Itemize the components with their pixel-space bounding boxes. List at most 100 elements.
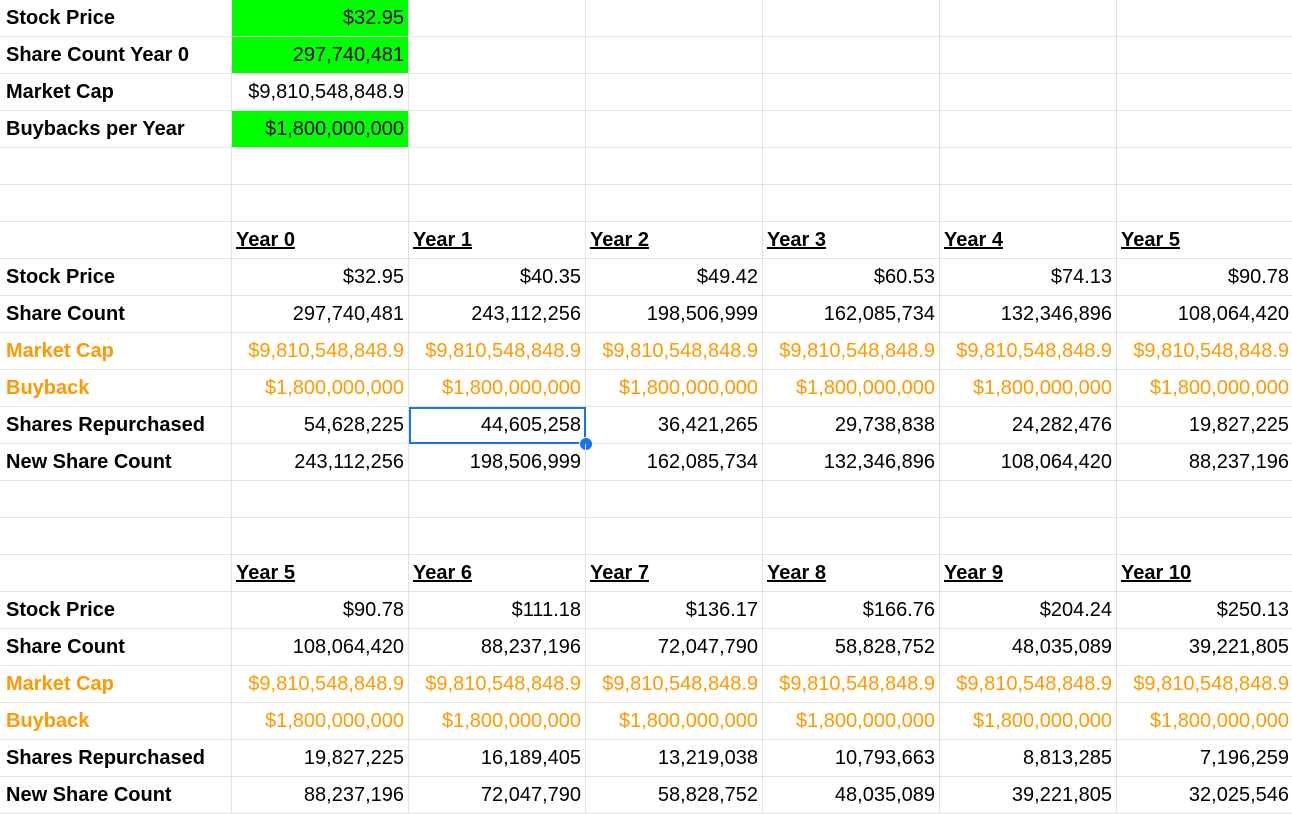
- value-cell[interactable]: $136.17: [586, 592, 763, 629]
- year-header[interactable]: Year 10: [1117, 555, 1292, 592]
- empty-cell[interactable]: [0, 518, 232, 555]
- empty-cell[interactable]: [409, 37, 586, 74]
- year-header[interactable]: Year 2: [586, 222, 763, 259]
- param-label[interactable]: Market Cap: [0, 74, 232, 111]
- row-label[interactable]: Share Count: [0, 296, 232, 333]
- value-cell[interactable]: $9,810,548,848.9: [232, 333, 409, 370]
- param-value[interactable]: 297,740,481: [232, 37, 409, 74]
- empty-cell[interactable]: [1117, 518, 1292, 555]
- param-value[interactable]: $1,800,000,000: [232, 111, 409, 148]
- value-cell[interactable]: $9,810,548,848.9: [940, 333, 1117, 370]
- value-cell[interactable]: $9,810,548,848.9: [586, 666, 763, 703]
- row-label[interactable]: Buyback: [0, 703, 232, 740]
- row-label[interactable]: Shares Repurchased: [0, 407, 232, 444]
- empty-cell[interactable]: [232, 185, 409, 222]
- empty-cell[interactable]: [763, 185, 940, 222]
- empty-cell[interactable]: [1117, 481, 1292, 518]
- empty-cell[interactable]: [586, 185, 763, 222]
- value-cell[interactable]: 7,196,259: [1117, 740, 1292, 777]
- empty-cell[interactable]: [0, 481, 232, 518]
- value-cell[interactable]: $111.18: [409, 592, 586, 629]
- empty-cell[interactable]: [940, 185, 1117, 222]
- row-label[interactable]: Market Cap: [0, 333, 232, 370]
- year-header[interactable]: Year 5: [232, 555, 409, 592]
- empty-cell[interactable]: [940, 0, 1117, 37]
- value-cell[interactable]: 19,827,225: [1117, 407, 1292, 444]
- empty-cell[interactable]: [763, 518, 940, 555]
- value-cell[interactable]: $1,800,000,000: [1117, 703, 1292, 740]
- row-label[interactable]: Stock Price: [0, 592, 232, 629]
- empty-cell[interactable]: [586, 111, 763, 148]
- value-cell[interactable]: 88,237,196: [409, 629, 586, 666]
- value-cell[interactable]: 72,047,790: [586, 629, 763, 666]
- empty-cell[interactable]: [0, 555, 232, 592]
- value-cell[interactable]: $1,800,000,000: [586, 370, 763, 407]
- value-cell[interactable]: 88,237,196: [232, 777, 409, 814]
- empty-cell[interactable]: [1117, 111, 1292, 148]
- empty-cell[interactable]: [763, 74, 940, 111]
- value-cell[interactable]: $90.78: [232, 592, 409, 629]
- value-cell[interactable]: $1,800,000,000: [232, 370, 409, 407]
- value-cell[interactable]: 243,112,256: [409, 296, 586, 333]
- value-cell[interactable]: $49.42: [586, 259, 763, 296]
- empty-cell[interactable]: [586, 74, 763, 111]
- param-value[interactable]: $32.95: [232, 0, 409, 37]
- empty-cell[interactable]: [232, 481, 409, 518]
- row-label[interactable]: Share Count: [0, 629, 232, 666]
- value-cell[interactable]: 243,112,256: [232, 444, 409, 481]
- value-cell[interactable]: 13,219,038: [586, 740, 763, 777]
- empty-cell[interactable]: [232, 518, 409, 555]
- value-cell[interactable]: $1,800,000,000: [940, 703, 1117, 740]
- empty-cell[interactable]: [409, 0, 586, 37]
- empty-cell[interactable]: [940, 111, 1117, 148]
- value-cell[interactable]: 16,189,405: [409, 740, 586, 777]
- value-cell[interactable]: 108,064,420: [940, 444, 1117, 481]
- value-cell[interactable]: 10,793,663: [763, 740, 940, 777]
- empty-cell[interactable]: [409, 111, 586, 148]
- value-cell[interactable]: 297,740,481: [232, 296, 409, 333]
- empty-cell[interactable]: [0, 185, 232, 222]
- empty-cell[interactable]: [940, 74, 1117, 111]
- empty-cell[interactable]: [1117, 74, 1292, 111]
- empty-cell[interactable]: [409, 148, 586, 185]
- value-cell[interactable]: 108,064,420: [232, 629, 409, 666]
- value-cell[interactable]: 54,628,225: [232, 407, 409, 444]
- empty-cell[interactable]: [586, 148, 763, 185]
- value-cell[interactable]: $9,810,548,848.9: [1117, 666, 1292, 703]
- value-cell[interactable]: $60.53: [763, 259, 940, 296]
- value-cell[interactable]: $1,800,000,000: [586, 703, 763, 740]
- value-cell[interactable]: 48,035,089: [763, 777, 940, 814]
- value-cell[interactable]: 48,035,089: [940, 629, 1117, 666]
- empty-cell[interactable]: [409, 74, 586, 111]
- value-cell[interactable]: 162,085,734: [586, 444, 763, 481]
- empty-cell[interactable]: [1117, 0, 1292, 37]
- param-label[interactable]: Share Count Year 0: [0, 37, 232, 74]
- value-cell[interactable]: 198,506,999: [586, 296, 763, 333]
- year-header[interactable]: Year 4: [940, 222, 1117, 259]
- param-value[interactable]: $9,810,548,848.9: [232, 74, 409, 111]
- empty-cell[interactable]: [586, 0, 763, 37]
- empty-cell[interactable]: [763, 481, 940, 518]
- value-cell[interactable]: $1,800,000,000: [232, 703, 409, 740]
- value-cell[interactable]: $9,810,548,848.9: [763, 333, 940, 370]
- value-cell[interactable]: $9,810,548,848.9: [940, 666, 1117, 703]
- year-header[interactable]: Year 8: [763, 555, 940, 592]
- value-cell[interactable]: 32,025,546: [1117, 777, 1292, 814]
- row-label[interactable]: Market Cap: [0, 666, 232, 703]
- value-cell[interactable]: $74.13: [940, 259, 1117, 296]
- year-header[interactable]: Year 9: [940, 555, 1117, 592]
- empty-cell[interactable]: [1117, 37, 1292, 74]
- empty-cell[interactable]: [586, 37, 763, 74]
- value-cell[interactable]: $9,810,548,848.9: [763, 666, 940, 703]
- param-label[interactable]: Stock Price: [0, 0, 232, 37]
- value-cell[interactable]: $9,810,548,848.9: [409, 333, 586, 370]
- empty-cell[interactable]: [763, 37, 940, 74]
- value-cell[interactable]: $1,800,000,000: [1117, 370, 1292, 407]
- empty-cell[interactable]: [232, 148, 409, 185]
- value-cell[interactable]: 39,221,805: [1117, 629, 1292, 666]
- year-header[interactable]: Year 7: [586, 555, 763, 592]
- empty-cell[interactable]: [586, 481, 763, 518]
- value-cell[interactable]: $32.95: [232, 259, 409, 296]
- value-cell[interactable]: 198,506,999: [409, 444, 586, 481]
- row-label[interactable]: Shares Repurchased: [0, 740, 232, 777]
